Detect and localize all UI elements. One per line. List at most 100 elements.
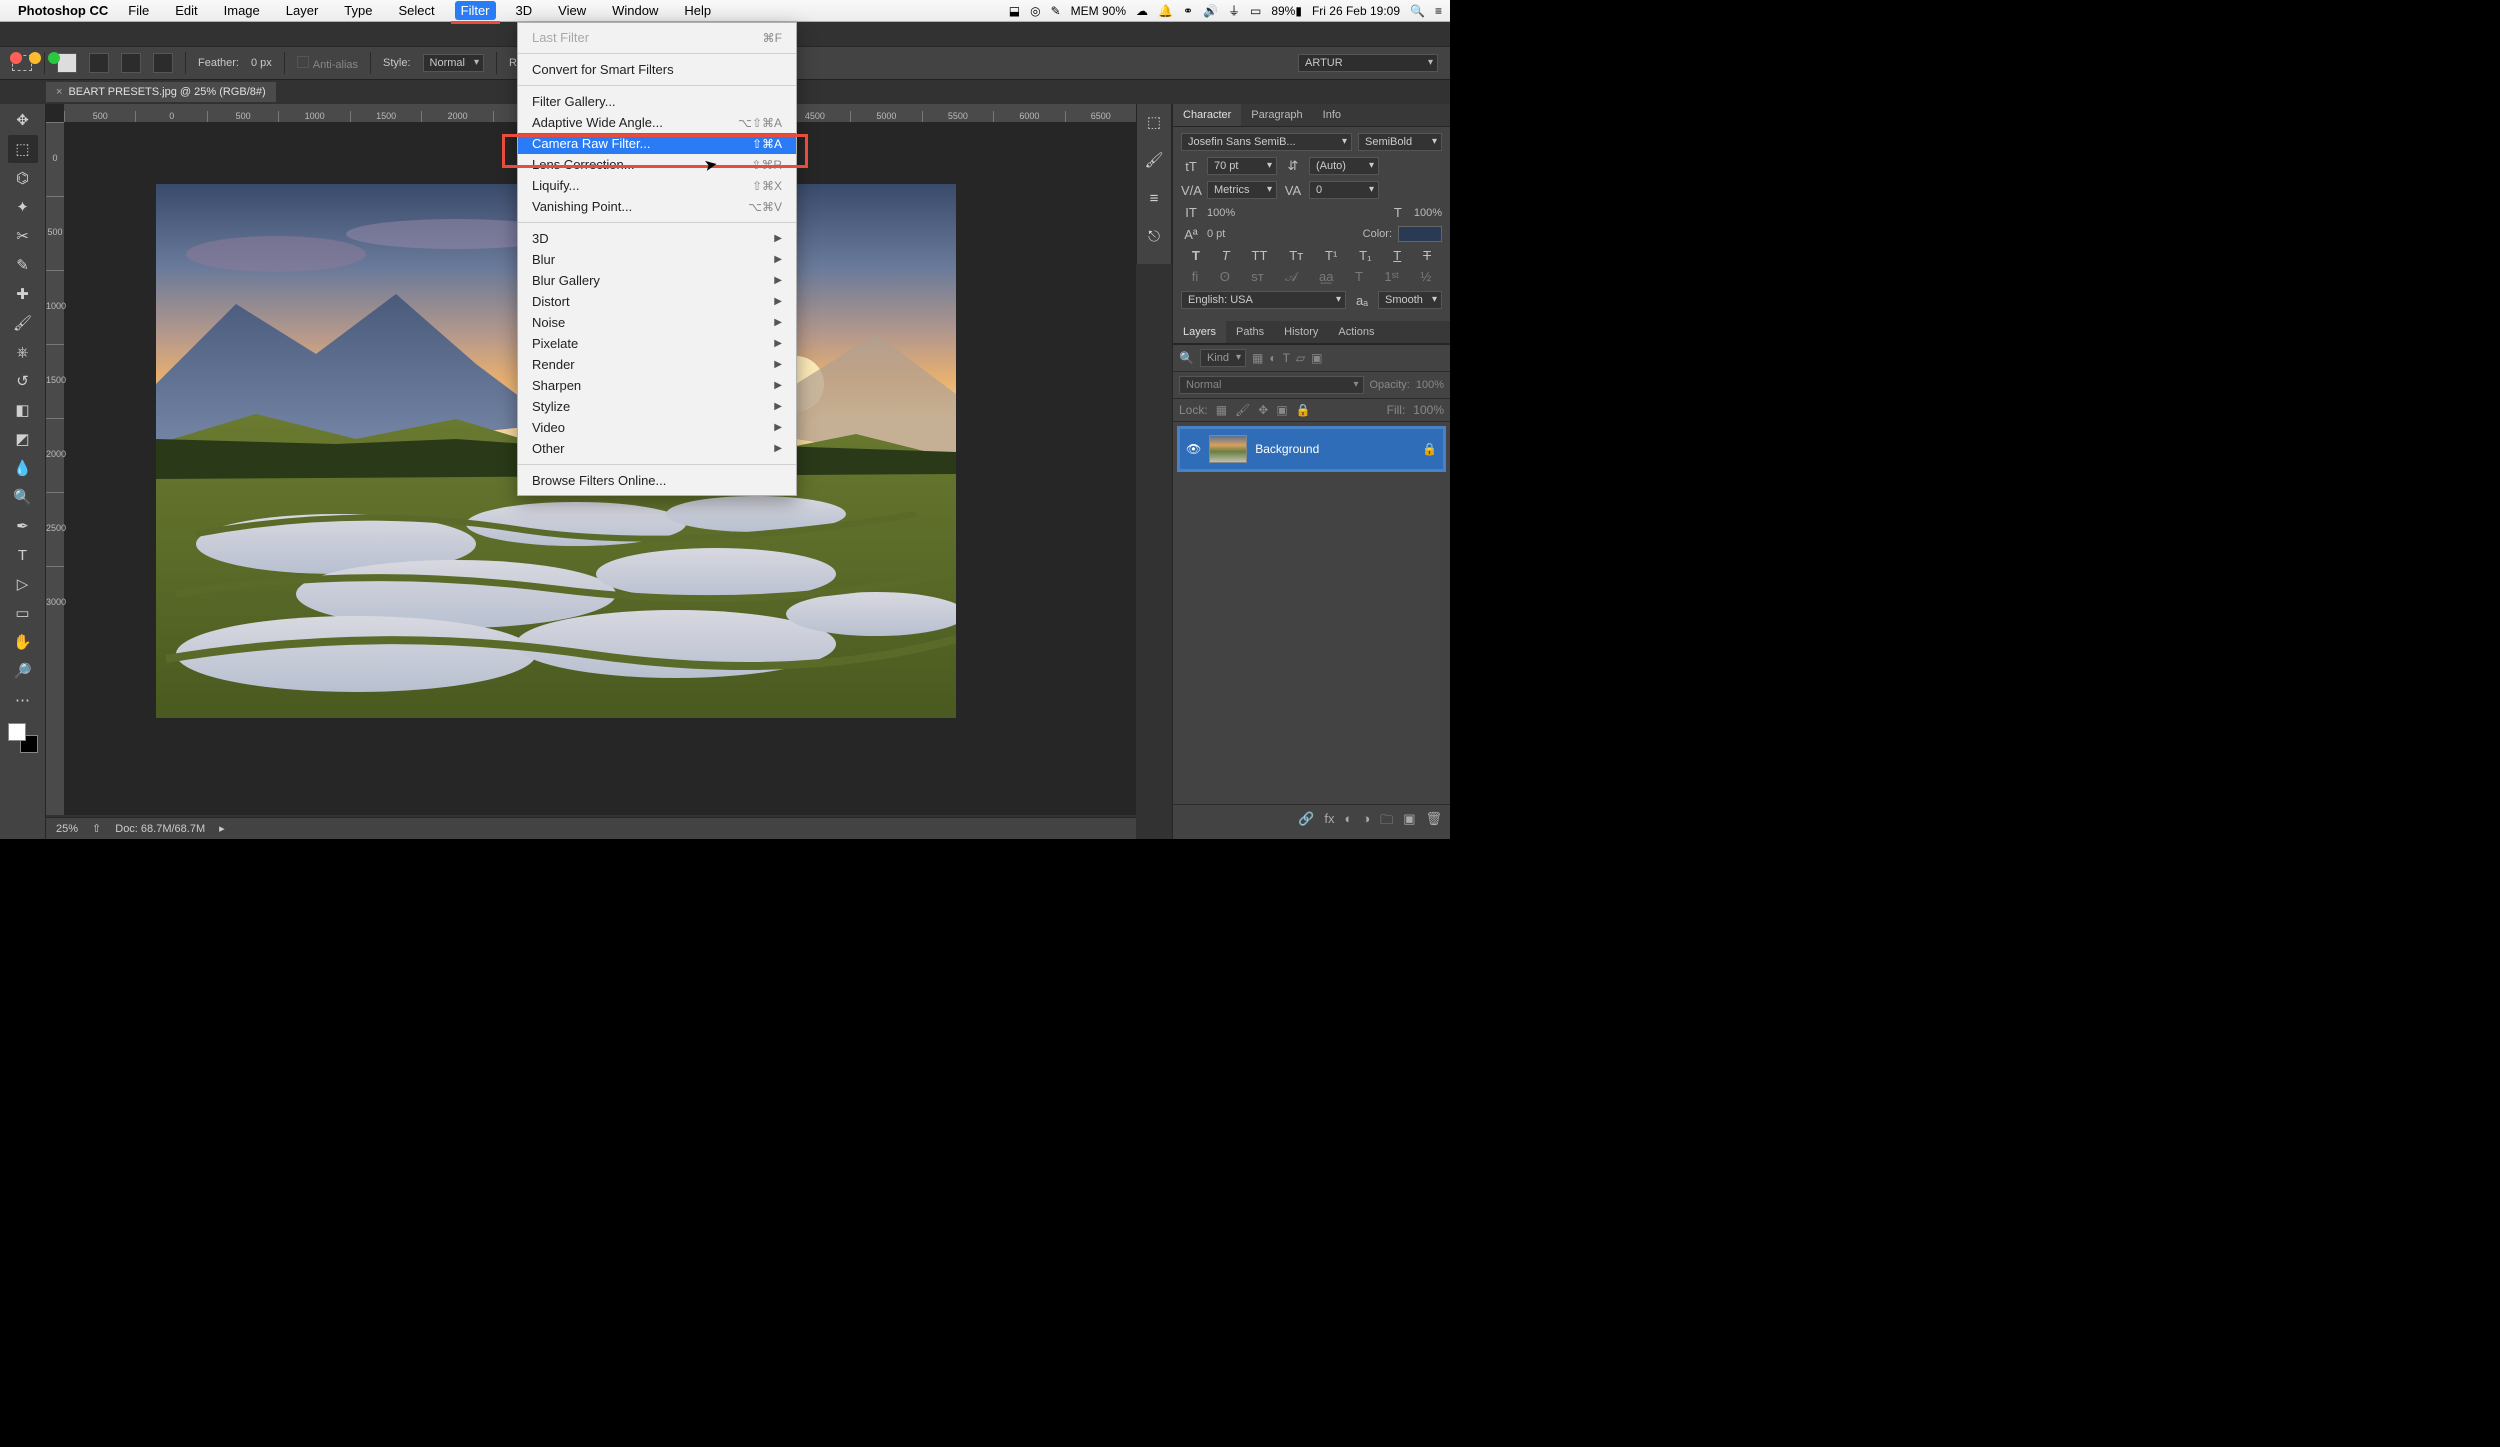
3d-panel-icon[interactable]: ⬚ xyxy=(1142,110,1166,134)
glyphs-panel-icon[interactable]: ⎋ xyxy=(1142,224,1166,248)
contextual-button[interactable]: ʘ xyxy=(1220,269,1230,285)
ligatures-button[interactable]: fi xyxy=(1192,269,1199,285)
bold-button[interactable]: T xyxy=(1192,248,1200,263)
layer-thumbnail[interactable] xyxy=(1209,435,1247,463)
app-name[interactable]: Photoshop CC xyxy=(18,3,108,18)
doc-size[interactable]: Doc: 68.7M/68.7M xyxy=(115,823,205,835)
status-disclosure-icon[interactable]: ▸ xyxy=(219,822,225,835)
kerning-field[interactable]: Metrics xyxy=(1207,181,1277,199)
volume-icon[interactable]: 🔊 xyxy=(1203,4,1218,18)
font-family-dropdown[interactable]: Josefin Sans SemiB... xyxy=(1181,133,1352,151)
titling-button[interactable]: a͟a xyxy=(1319,269,1333,285)
smallcaps-button[interactable]: Tᴛ xyxy=(1289,248,1303,263)
document-tab[interactable]: × BEART PRESETS.jpg @ 25% (RGB/8#) xyxy=(46,82,276,102)
tab-paragraph[interactable]: Paragraph xyxy=(1241,104,1312,126)
brush-tool-icon[interactable]: 🖌 xyxy=(8,309,38,337)
tab-history[interactable]: History xyxy=(1274,321,1328,343)
bluetooth-icon[interactable]: ⚭ xyxy=(1183,4,1193,18)
share-icon[interactable]: ⇧ xyxy=(92,822,101,835)
layer-background-row[interactable]: 👁 Background 🔒 xyxy=(1177,426,1446,472)
link-layers-icon[interactable]: 🔗 xyxy=(1298,811,1314,833)
marquee-tool-icon[interactable]: ⬚ xyxy=(8,135,38,163)
font-weight-dropdown[interactable]: SemiBold xyxy=(1358,133,1442,151)
tracking-field[interactable]: 0 xyxy=(1309,181,1379,199)
filter-adjust-icon[interactable]: ◐ xyxy=(1269,351,1276,365)
menu-sharpen-sub[interactable]: Sharpen xyxy=(518,375,796,396)
group-icon[interactable]: 🗀 xyxy=(1380,811,1393,833)
menu-extras-icon[interactable]: ≡ xyxy=(1435,4,1442,18)
menu-stylize-sub[interactable]: Stylize xyxy=(518,396,796,417)
filter-shape-icon[interactable]: ▱ xyxy=(1296,351,1305,365)
datetime[interactable]: Fri 26 Feb 19:09 xyxy=(1312,4,1400,18)
zoom-level[interactable]: 25% xyxy=(56,823,78,835)
mem-indicator[interactable]: MEM 90% xyxy=(1071,4,1126,18)
history-brush-tool-icon[interactable]: ↺ xyxy=(8,367,38,395)
adjustments-panel-icon[interactable]: ≡ xyxy=(1142,186,1166,210)
close-button[interactable] xyxy=(10,52,22,64)
layer-kind-filter[interactable]: Kind xyxy=(1200,349,1246,367)
feather-value[interactable]: 0 px xyxy=(251,57,272,69)
menu-3d-sub[interactable]: 3D xyxy=(518,228,796,249)
selection-subtract-icon[interactable] xyxy=(121,53,141,73)
antialias-dropdown[interactable]: Smooth xyxy=(1378,291,1442,309)
menu-layer[interactable]: Layer xyxy=(280,1,325,20)
hscale-value[interactable]: 100% xyxy=(1414,207,1442,219)
subscript-button[interactable]: T₁ xyxy=(1359,248,1371,263)
wifi-icon[interactable]: ⏚ xyxy=(1228,2,1240,19)
menu-select[interactable]: Select xyxy=(392,1,440,20)
tab-actions[interactable]: Actions xyxy=(1328,321,1384,343)
text-color-swatch[interactable] xyxy=(1398,226,1442,242)
type-tool-icon[interactable]: T xyxy=(8,541,38,569)
layer-fx-icon[interactable]: fx xyxy=(1324,811,1334,833)
underline-button[interactable]: T xyxy=(1393,248,1401,263)
menu-file[interactable]: File xyxy=(122,1,155,20)
tab-paths[interactable]: Paths xyxy=(1226,321,1274,343)
ornaments-button[interactable]: ½ xyxy=(1420,269,1431,285)
layer-mask-icon[interactable]: ◐ xyxy=(1344,811,1352,833)
pen-tool-icon[interactable]: ✒ xyxy=(8,512,38,540)
menu-filter-gallery[interactable]: Filter Gallery... xyxy=(518,91,796,112)
eraser-tool-icon[interactable]: ◧ xyxy=(8,396,38,424)
fractions-button[interactable]: 1ˢᵗ xyxy=(1384,269,1399,285)
selection-intersect-icon[interactable] xyxy=(153,53,173,73)
blur-tool-icon[interactable]: 💧 xyxy=(8,454,38,482)
zoom-button[interactable] xyxy=(48,52,60,64)
minimize-button[interactable] xyxy=(29,52,41,64)
evernote-icon[interactable]: ✎ xyxy=(1051,4,1061,18)
style-dropdown[interactable]: Normal xyxy=(423,54,484,72)
crop-tool-icon[interactable]: ✂ xyxy=(8,222,38,250)
dodge-tool-icon[interactable]: 🔍 xyxy=(8,483,38,511)
menu-edit[interactable]: Edit xyxy=(169,1,203,20)
fill-value[interactable]: 100% xyxy=(1413,403,1444,417)
delete-layer-icon[interactable]: 🗑 xyxy=(1425,811,1442,833)
menu-blur-sub[interactable]: Blur xyxy=(518,249,796,270)
battery-icon[interactable]: 89% ▮ xyxy=(1271,4,1302,18)
display-icon[interactable]: ▭ xyxy=(1250,4,1261,18)
menu-adaptive-wide-angle[interactable]: Adaptive Wide Angle... ⌥⇧⌘A xyxy=(518,112,796,133)
tab-layers[interactable]: Layers xyxy=(1173,321,1226,343)
shape-tool-icon[interactable]: ▭ xyxy=(8,599,38,627)
fg-color-swatch[interactable] xyxy=(8,723,26,741)
strikethrough-button[interactable]: T xyxy=(1423,248,1431,263)
blend-mode-dropdown[interactable]: Normal xyxy=(1179,376,1364,394)
selection-new-icon[interactable] xyxy=(57,53,77,73)
stamp-tool-icon[interactable]: ⎈ xyxy=(8,338,38,366)
menu-image[interactable]: Image xyxy=(218,1,266,20)
menu-browse-filters[interactable]: Browse Filters Online... xyxy=(518,470,796,491)
menu-blur-gallery-sub[interactable]: Blur Gallery xyxy=(518,270,796,291)
menu-type[interactable]: Type xyxy=(338,1,378,20)
adjustment-layer-icon[interactable]: ◑ xyxy=(1362,811,1370,833)
vscale-value[interactable]: 100% xyxy=(1207,207,1235,219)
menu-lens-correction[interactable]: Lens Correction... ⇧⌘R xyxy=(518,154,796,175)
baseline-value[interactable]: 0 pt xyxy=(1207,228,1225,240)
healing-tool-icon[interactable]: ✚ xyxy=(8,280,38,308)
lock-position-icon[interactable]: ✥ xyxy=(1258,403,1268,417)
lasso-tool-icon[interactable]: ⌬ xyxy=(8,164,38,192)
font-size-field[interactable]: 70 pt xyxy=(1207,157,1277,175)
new-layer-icon[interactable]: ▣ xyxy=(1403,811,1415,833)
filter-smart-icon[interactable]: ▣ xyxy=(1311,351,1322,365)
language-dropdown[interactable]: English: USA xyxy=(1181,291,1346,309)
menu-convert-smart[interactable]: Convert for Smart Filters xyxy=(518,59,796,80)
menu-video-sub[interactable]: Video xyxy=(518,417,796,438)
menu-pixelate-sub[interactable]: Pixelate xyxy=(518,333,796,354)
